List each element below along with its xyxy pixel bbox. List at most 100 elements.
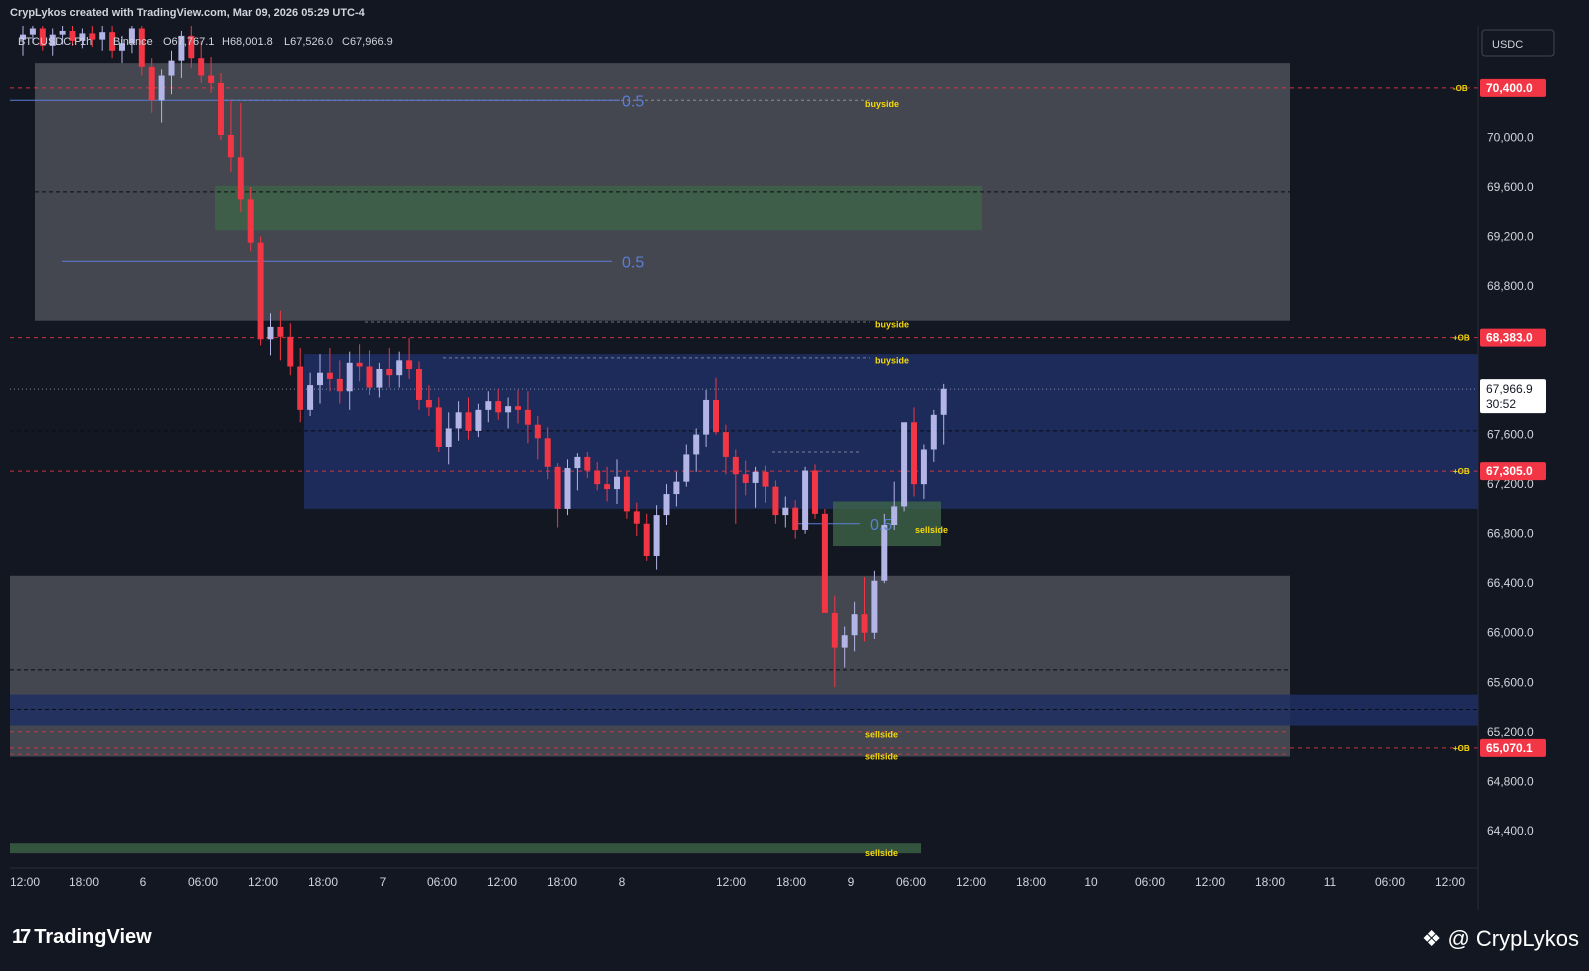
candle-body: [584, 456, 591, 471]
candle-body: [673, 481, 680, 495]
zone-gray: [10, 575, 1290, 757]
candle-body: [663, 494, 670, 516]
price-tick-label: 69,200.0: [1487, 230, 1534, 244]
candle-body: [802, 470, 809, 530]
time-tick-label: 12:00: [956, 875, 986, 889]
footer: 17 TradingView ❖ @ CrypLykos: [0, 910, 1589, 971]
time-tick-label: 12:00: [1435, 875, 1465, 889]
candle-body: [455, 412, 462, 429]
time-tick-label: 18:00: [776, 875, 806, 889]
tradingview-wordmark: TradingView: [34, 926, 152, 948]
binance-diamond-icon: ❖: [1421, 926, 1442, 951]
candle-body: [574, 456, 581, 469]
candle: [218, 73, 224, 140]
candle-body: [237, 157, 244, 200]
candle-body: [683, 454, 690, 482]
candle-body: [841, 635, 848, 648]
time-tick-label: 6: [140, 875, 147, 889]
candle-body: [544, 438, 551, 467]
candle-body: [396, 360, 403, 376]
candle-body: [564, 468, 571, 509]
candle-body: [99, 32, 106, 40]
candle-body: [792, 507, 799, 530]
candle-body: [148, 66, 155, 101]
candle-body: [782, 507, 789, 516]
last-price-value: 67,966.9: [1486, 382, 1533, 396]
price-chart[interactable]: 0.5 0.5 0.5 buyside buyside buyside sellside se…: [10, 26, 1578, 910]
price-tick-label: 68,800.0: [1487, 279, 1534, 293]
author-name: @ CrypLykos: [1447, 926, 1579, 951]
liquidity-label: buyside: [875, 355, 909, 365]
candle-body: [326, 372, 333, 379]
candle-body: [524, 409, 531, 425]
candle-body: [554, 466, 561, 509]
candle-body: [307, 385, 314, 410]
legend-interval[interactable]: 1h: [80, 36, 92, 48]
zone-green: [10, 843, 921, 854]
time-tick-label: 06:00: [896, 875, 926, 889]
candle: [802, 466, 809, 534]
fib-label: 0.5: [622, 254, 644, 271]
candle-body: [336, 378, 343, 392]
legend-close: C67,966.9: [342, 36, 393, 48]
candle-body: [59, 30, 66, 35]
price-tick-label: 64,400.0: [1487, 824, 1534, 838]
tradingview-logo[interactable]: 17 TradingView: [12, 926, 152, 949]
liquidity-label: buyside: [865, 99, 899, 109]
price-level-badge-label: 67,305.0: [1486, 464, 1533, 478]
candle-body: [762, 471, 769, 487]
chart-frame[interactable]: 0.5 0.5 0.5 buyside buyside buyside sellside se…: [10, 26, 1578, 910]
time-tick-label: 9: [848, 875, 855, 889]
candle-body: [198, 58, 205, 76]
candle-body: [227, 134, 234, 158]
candle: [901, 422, 908, 512]
candle-body: [861, 614, 868, 633]
time-tick-label: 12:00: [1195, 875, 1225, 889]
liquidity-label: sellside: [915, 525, 948, 535]
time-tick-label: 11: [1324, 875, 1337, 889]
time-tick-label: 18:00: [308, 875, 338, 889]
legend-low: L67,526.0: [284, 36, 333, 48]
candle-body: [812, 470, 818, 514]
candle-body: [920, 449, 927, 485]
candle-body: [633, 511, 640, 524]
price-tick-label: 66,400.0: [1487, 576, 1534, 590]
liquidity-label: sellside: [865, 848, 898, 858]
candle-body: [356, 362, 363, 367]
candle-body: [475, 409, 482, 431]
candle-body: [277, 326, 284, 337]
fib-label: 0.5: [870, 517, 892, 534]
liquidity-label: sellside: [865, 729, 898, 739]
legend-high: H68,001.8: [222, 36, 273, 48]
currency-button-label[interactable]: USDC: [1492, 39, 1523, 51]
attribution-text: CrypLykos created with TradingView.com, …: [10, 7, 365, 19]
chart-attribution-bar: CrypLykos created with TradingView.com, …: [0, 0, 1589, 26]
time-tick-label: 12:00: [248, 875, 278, 889]
candle-body: [376, 368, 383, 388]
fib-label: 0.5: [622, 93, 644, 110]
candle-body: [158, 75, 165, 101]
price-tick-label: 64,800.0: [1487, 774, 1534, 788]
candle-body: [594, 470, 601, 485]
ob-tag: +OB: [1453, 744, 1470, 753]
legend-symbol[interactable]: BTCUSDC.P: [18, 36, 82, 48]
tradingview-mark-icon: 17: [12, 926, 31, 948]
price-tick-label: 69,600.0: [1487, 180, 1534, 194]
candle-body: [218, 82, 224, 135]
candle-body: [930, 414, 937, 450]
candle: [821, 508, 828, 613]
time-tick-label: 12:00: [10, 875, 40, 889]
candle-body: [257, 242, 264, 340]
time-tick-label: 06:00: [188, 875, 218, 889]
candle-body: [386, 368, 393, 376]
currency-button[interactable]: USDC: [1481, 29, 1555, 57]
candle-body: [247, 199, 254, 243]
price-tick-label: 67,600.0: [1487, 428, 1534, 442]
candle-body: [445, 428, 452, 447]
time-tick-label: 18:00: [547, 875, 577, 889]
candle-body: [901, 422, 908, 507]
candle-body: [425, 399, 432, 408]
candle-body: [752, 471, 759, 483]
time-tick-label: 06:00: [1135, 875, 1165, 889]
ob-tag: -OB: [1453, 84, 1468, 93]
